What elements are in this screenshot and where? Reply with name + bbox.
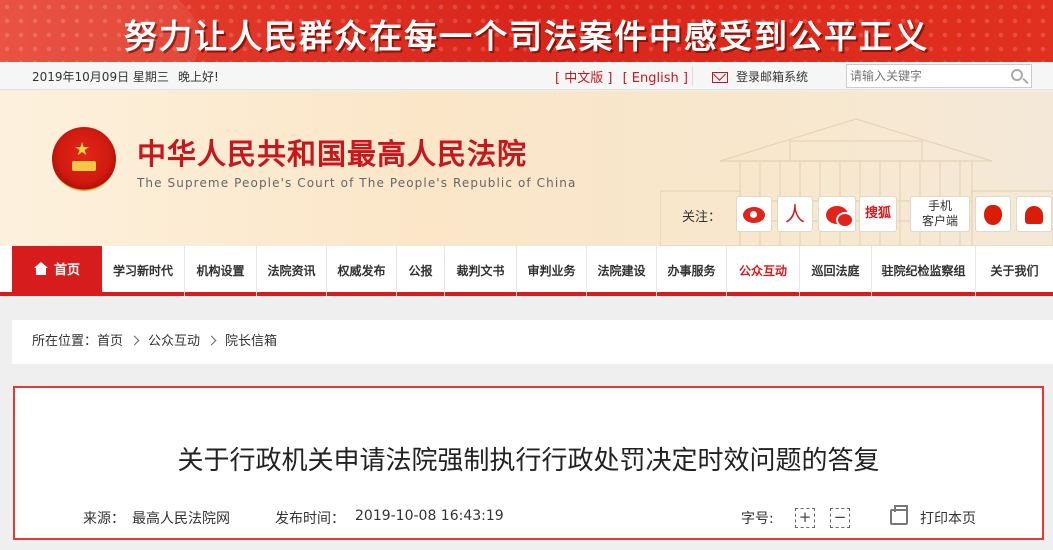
mobile-label-line1: 手机 xyxy=(927,199,952,213)
nav-item-new-era[interactable]: 学习新时代 xyxy=(102,246,185,296)
nav-item-trial-business[interactable]: 审判业务 xyxy=(517,246,587,296)
weibo-icon xyxy=(743,207,765,223)
home-icon xyxy=(33,262,48,275)
main-nav: 首页 学习新时代 机构设置 法院资讯 权威发布 公报 裁判文书 审判业务 法院建… xyxy=(0,246,1053,296)
mail-icon xyxy=(712,72,728,83)
printer-icon[interactable] xyxy=(890,505,908,525)
font-decrease-button[interactable]: − xyxy=(830,508,850,528)
nav-home[interactable]: 首页 xyxy=(12,246,102,296)
breadcrumb: 所在位置：首页 公众互动 院长信箱 xyxy=(12,320,1053,364)
chevron-right-icon xyxy=(129,335,140,346)
site-subtitle: The Supreme People's Court of The People… xyxy=(137,176,577,190)
site-header: ★ 中华人民共和国最高人民法院 The Supreme People's Cou… xyxy=(0,91,1053,246)
source-value: 最高人民法院网 xyxy=(132,511,230,527)
national-emblem-logo: ★ xyxy=(52,127,116,191)
lang-english-link[interactable]: [ English ] xyxy=(623,71,688,86)
greeting: 晚上好! xyxy=(178,70,219,84)
star-icon: ★ xyxy=(74,139,91,160)
nav-item-court-building[interactable]: 法院建设 xyxy=(587,246,657,296)
nav-item-releases[interactable]: 权威发布 xyxy=(327,246,397,296)
divider xyxy=(692,66,693,86)
nav-item-news[interactable]: 法院资讯 xyxy=(257,246,327,296)
site-title: 中华人民共和国最高人民法院 xyxy=(137,137,528,171)
font-size-label: 字号: xyxy=(741,511,774,527)
font-increase-button[interactable]: + xyxy=(795,508,815,528)
wechat-button[interactable] xyxy=(818,196,856,232)
lang-chinese-link[interactable]: [ 中文版 ] xyxy=(555,71,612,86)
sohu-button[interactable]: 搜狐 xyxy=(859,196,897,232)
nav-item-services[interactable]: 办事服务 xyxy=(657,246,727,296)
current-date: 2019年10月09日 星期三 xyxy=(32,70,169,84)
breadcrumb-public-interaction[interactable]: 公众互动 xyxy=(148,334,200,349)
search-input[interactable] xyxy=(847,65,997,87)
nav-item-about[interactable]: 关于我们 xyxy=(976,246,1053,296)
banner-slogan: 努力让人民群众在每一个司法案件中感受到公平正义 xyxy=(124,17,929,56)
breadcrumb-president-mailbox[interactable]: 院长信箱 xyxy=(225,334,277,349)
apple-download-button[interactable] xyxy=(975,196,1011,232)
renmin-icon: 人 xyxy=(785,202,805,226)
android-icon xyxy=(1025,206,1043,224)
nav-item-circuit-courts[interactable]: 巡回法庭 xyxy=(800,246,872,296)
language-switch: [ 中文版 ] [ English ] xyxy=(555,67,688,86)
top-banner: 努力让人民群众在每一个司法案件中感受到公平正义 xyxy=(0,0,1053,62)
mobile-label-line2: 客户端 xyxy=(921,214,958,228)
nav-home-label: 首页 xyxy=(53,263,80,278)
nav-item-public-interaction[interactable]: 公众互动 xyxy=(727,246,800,296)
search-box xyxy=(846,64,1032,88)
breadcrumb-label: 所在位置： xyxy=(32,334,98,349)
source-label: 来源： xyxy=(83,511,125,527)
chevron-right-icon xyxy=(206,335,217,346)
weibo-button[interactable] xyxy=(736,196,772,232)
breadcrumb-home[interactable]: 首页 xyxy=(97,334,123,349)
article-title: 关于行政机关申请法院强制执行行政处罚决定时效问题的答复 xyxy=(177,446,880,476)
publish-time-value: 2019-10-08 16:43:19 xyxy=(355,508,504,524)
follow-label: 关注： xyxy=(682,210,722,225)
mail-login-link[interactable]: 登录邮箱系统 xyxy=(712,68,808,85)
wechat-icon xyxy=(826,206,854,228)
article-panel: 关于行政机关申请法院强制执行行政处罚决定时效问题的答复 来源： 最高人民法院网 … xyxy=(13,386,1044,540)
sohu-icon: 搜狐 xyxy=(864,206,891,221)
nav-item-organization[interactable]: 机构设置 xyxy=(185,246,257,296)
android-download-button[interactable] xyxy=(1016,196,1052,232)
nav-item-discipline-group[interactable]: 驻院纪检监察组 xyxy=(872,246,976,296)
mail-login-label: 登录邮箱系统 xyxy=(736,70,809,84)
nav-item-judgments[interactable]: 裁判文书 xyxy=(445,246,517,296)
apple-icon xyxy=(984,205,1002,225)
mobile-client-button[interactable]: 手机 客户端 xyxy=(910,196,970,232)
nav-item-gazette[interactable]: 公报 xyxy=(397,246,445,296)
search-icon[interactable] xyxy=(1011,69,1023,81)
gate-icon xyxy=(72,161,96,171)
publish-time-label: 发布时间： xyxy=(275,511,345,527)
renmin-button[interactable]: 人 xyxy=(777,196,813,232)
print-page-link[interactable]: 打印本页 xyxy=(920,508,976,528)
